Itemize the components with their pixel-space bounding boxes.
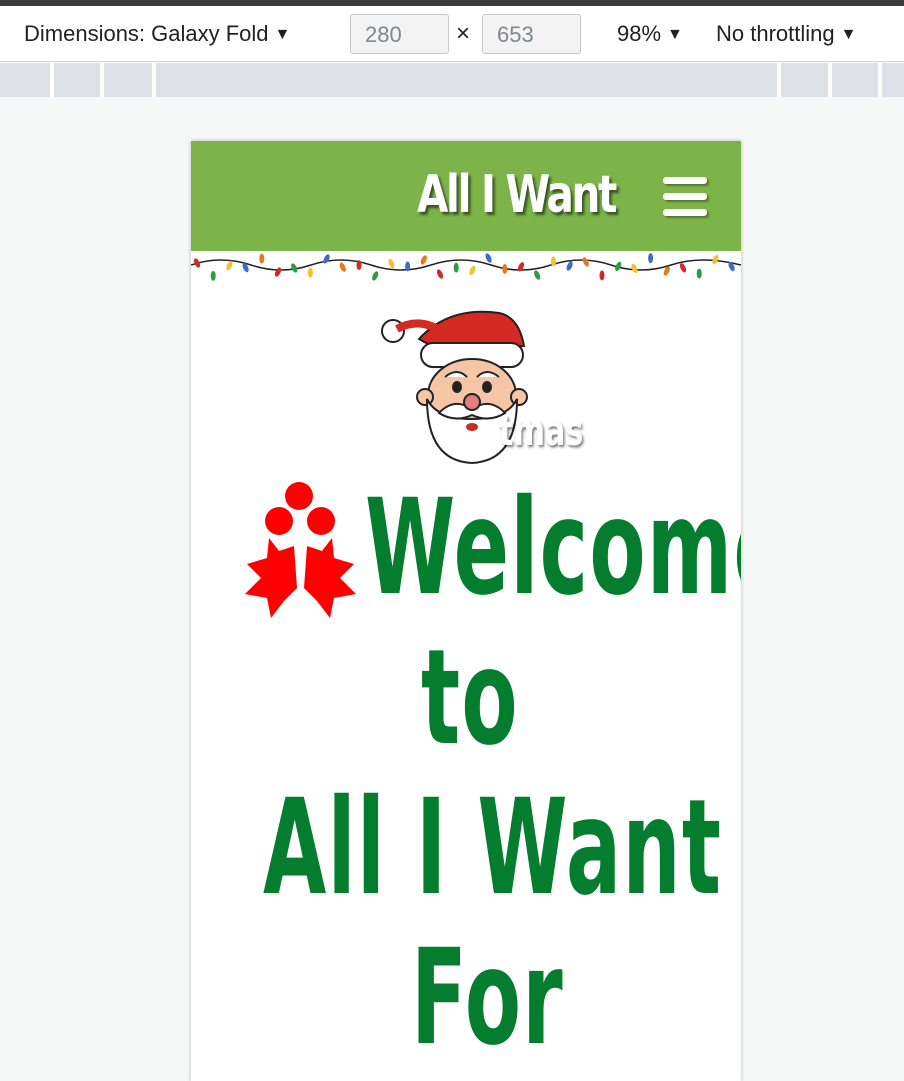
heading-line-3: All I Want (263, 771, 723, 925)
light-bulb (259, 253, 265, 264)
height-input[interactable]: 653 (482, 14, 581, 54)
heading-line-4: For (411, 921, 564, 1075)
light-bulb (485, 253, 492, 263)
light-bulb (599, 270, 605, 281)
heading-line-1: Welcome (365, 471, 741, 625)
holly-icon (245, 482, 356, 618)
ruler-segment[interactable] (828, 63, 832, 97)
chevron-down-icon: ▼ (840, 26, 857, 43)
ruler-segment[interactable] (152, 63, 156, 97)
zoom-label: 98% (617, 21, 662, 46)
light-bulb (405, 261, 411, 272)
dimensions-dropdown[interactable]: Dimensions: Galaxy Fold ▼ (24, 21, 290, 47)
light-bulb (582, 257, 589, 267)
device-viewport: All I Want tmas Welcom to All I Want For (191, 141, 741, 1081)
dimensions-label: Dimensions: Galaxy Fold (24, 21, 269, 46)
light-bulb (210, 270, 216, 281)
light-bulb (534, 270, 541, 280)
ruler-segment[interactable] (777, 63, 781, 97)
light-bulb (356, 260, 362, 271)
light-bulb (696, 268, 702, 279)
zoom-dropdown[interactable]: 98% ▼ (617, 21, 683, 47)
throttling-dropdown[interactable]: No throttling ▼ (716, 21, 856, 47)
logo-overlay-text: tmas (499, 406, 584, 455)
light-bulb (307, 267, 313, 278)
times-icon: × (456, 20, 471, 47)
light-bulb (517, 262, 525, 272)
light-bulb (420, 255, 427, 265)
light-bulb (339, 262, 346, 272)
site-logo[interactable]: tmas (379, 291, 619, 466)
light-bulb (453, 262, 459, 273)
ruler-segment[interactable] (878, 63, 882, 97)
light-bulb (226, 260, 233, 271)
light-bulb (274, 267, 282, 277)
site-brand[interactable]: All I Want (417, 165, 617, 225)
hamburger-menu-icon[interactable] (663, 177, 707, 217)
christmas-lights-icon (191, 253, 741, 281)
light-bulb (502, 263, 508, 274)
heading-line-2: to (421, 621, 519, 775)
ruler-segment[interactable] (100, 63, 104, 97)
media-query-ruler[interactable] (0, 63, 904, 97)
light-bulb (550, 256, 556, 267)
light-bulb (372, 271, 379, 281)
light-bulb (469, 265, 476, 276)
light-bulb (436, 269, 444, 279)
chevron-down-icon: ▼ (667, 26, 683, 43)
ruler-segment[interactable] (50, 63, 54, 97)
light-bulb (566, 261, 573, 271)
site-navbar: All I Want (191, 141, 741, 251)
width-input[interactable]: 280 (350, 14, 449, 54)
chevron-down-icon: ▼ (274, 26, 291, 43)
device-toolbar: Dimensions: Galaxy Fold ▼ 280 × 653 98% ▼ … (0, 6, 904, 62)
throttling-label: No throttling (716, 21, 835, 46)
light-bulb (648, 253, 654, 264)
light-bulb (631, 263, 638, 274)
light-bulb (388, 258, 395, 269)
light-bulb (323, 254, 330, 264)
light-bulb (679, 263, 687, 273)
